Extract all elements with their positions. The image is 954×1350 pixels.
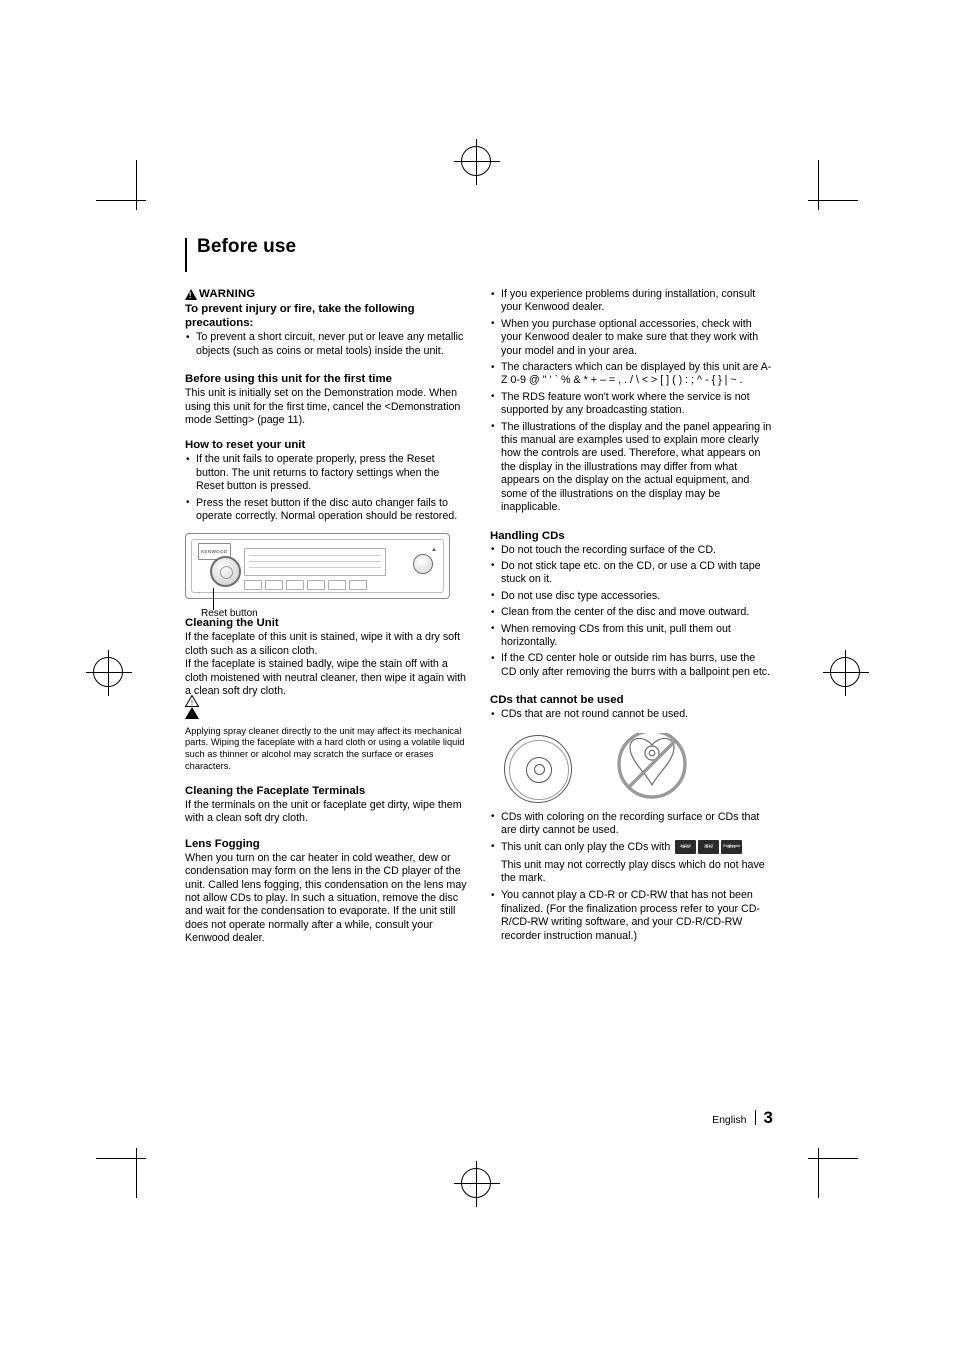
svg-text:!: ! [191, 700, 193, 707]
section-heading-cds-not-used: CDs that cannot be used [490, 694, 624, 707]
faceplate-display [244, 548, 386, 577]
warning-triangle-icon [185, 289, 197, 301]
cd-digital-audio-logo-icon: disc DIGITAL AUDIO [675, 831, 697, 855]
section-heading-reset: How to reset your unit [185, 439, 306, 452]
car-stereo-faceplate-illustration: KENWOOD ▲ ○ [185, 533, 450, 600]
cds-not-used-list-bottom: CDs with coloring on the recording surfa… [490, 810, 773, 943]
warning-bullet-list: To prevent a short circuit, never put or… [185, 331, 468, 358]
section-heading-faceplate-terminals: Cleaning the Faceplate Terminals [185, 784, 366, 797]
mark-note: This unit may not correctly play discs w… [501, 858, 765, 885]
faceplate-reset-hole: ○ [198, 590, 201, 596]
cd-logo-bottom-text: ReWritable [723, 843, 741, 848]
list-item: CDs that are not round cannot be used. [490, 708, 773, 722]
list-item: If the CD center hole or outside rim has… [490, 652, 773, 679]
right-column: If you experience problems during instal… [490, 288, 773, 946]
cds-not-used-list-top: CDs that are not round cannot be used. [490, 708, 773, 722]
caution-text: Applying spray cleaner directly to the u… [185, 725, 465, 772]
section-heading-first-time: Before using this unit for the first tim… [185, 373, 392, 386]
cd-inner-ring [509, 739, 569, 800]
title-rule [185, 238, 187, 272]
cd-text-logo-icon: disc TEXT [698, 840, 720, 855]
first-time-body: This unit is initially set on the Demons… [185, 387, 461, 426]
cleaning-unit-body-1: If the faceplate of this unit is stained… [185, 631, 461, 657]
list-item: The RDS feature won't work where the ser… [490, 390, 773, 418]
faceplate-terminals-body: If the terminals on the unit or faceplat… [185, 798, 462, 825]
list-item: When you purchase optional accessories, … [490, 317, 773, 358]
lens-fogging-body: When you turn on the car heater in cold … [185, 851, 467, 945]
left-column: WARNING To prevent injury or fire, take … [184, 288, 468, 946]
warning-label: WARNING [199, 288, 256, 300]
general-notes-list: If you experience problems during instal… [490, 288, 773, 515]
list-item: Clean from the center of the disc and mo… [490, 606, 773, 620]
list-item-with-logos: This unit can only play the CDs with dis… [490, 831, 773, 855]
list-item: The illustrations of the display and the… [490, 420, 773, 515]
list-item: The characters which can be displayed by… [490, 361, 773, 388]
faceplate-button [328, 580, 346, 591]
faceplate-button [349, 580, 367, 591]
section-heading-lens-fogging: Lens Fogging [185, 837, 260, 850]
footer-page-number: 3 [763, 1108, 773, 1127]
cleaning-unit-body-2: If the faceplate is stained badly, wipe … [185, 658, 467, 697]
list-item: CDs with coloring on the recording surfa… [490, 810, 773, 838]
list-item: If the unit fails to operate properly, p… [185, 453, 468, 493]
caution-triangle-icon: ! [184, 694, 200, 720]
list-item: Do not use disc type accessories. [490, 589, 773, 603]
page-footer: English 3 [712, 1108, 773, 1128]
page-title: Before use [197, 236, 297, 257]
eject-icon: ▲ [431, 547, 437, 554]
reset-button-caption: Reset button [201, 608, 258, 620]
footer-language: English [712, 1114, 747, 1126]
section-heading-handling-cds: Handling CDs [490, 529, 565, 542]
handling-cds-list: Do not touch the recording surface of th… [490, 543, 773, 680]
mark-bullet-text: This unit can only play the CDs with [501, 841, 671, 854]
cd-rewritable-logo-icon: disc ReWritable [721, 840, 743, 855]
reset-bullet-list: If the unit fails to operate properly, p… [185, 453, 468, 523]
faceplate-figure: KENWOOD ▲ ○ Reset button [185, 533, 455, 619]
faceplate-button [244, 580, 262, 591]
warning-heading: To prevent injury or fire, take the foll… [185, 303, 415, 330]
warning-header: WARNING [185, 288, 468, 301]
list-item: Do not touch the recording surface of th… [490, 543, 773, 557]
cd-logo-bottom-text: TEXT [704, 843, 714, 848]
faceplate-button [286, 580, 304, 591]
cd-logo-group: disc DIGITAL AUDIO disc TEXT disc ReWrit… [675, 831, 743, 855]
faceplate-button [307, 580, 325, 591]
list-item: Do not stick tape etc. on the CD, or use… [490, 559, 773, 587]
cd-logo-bottom-text: DIGITAL AUDIO [679, 830, 693, 848]
round-cd-icon [504, 734, 572, 803]
list-item: You cannot play a CD-R or CD-RW that has… [490, 889, 773, 943]
non-round-cd-prohibited-icon [608, 728, 696, 801]
manual-page: Before use WARNING To prevent injury or … [0, 0, 954, 1350]
list-item: To prevent a short circuit, never put or… [185, 331, 468, 358]
faceplate-button-row [244, 580, 394, 591]
list-item: When removing CDs from this unit, pull t… [490, 622, 773, 650]
cd-shape-figure [490, 728, 773, 811]
list-item: Press the reset button if the disc auto … [185, 496, 468, 524]
faceplate-button [265, 580, 283, 591]
footer-divider [754, 1110, 756, 1125]
list-item: If you experience problems during instal… [490, 288, 773, 315]
caution-block: ! Applying spray cleaner directly to the… [184, 694, 468, 772]
